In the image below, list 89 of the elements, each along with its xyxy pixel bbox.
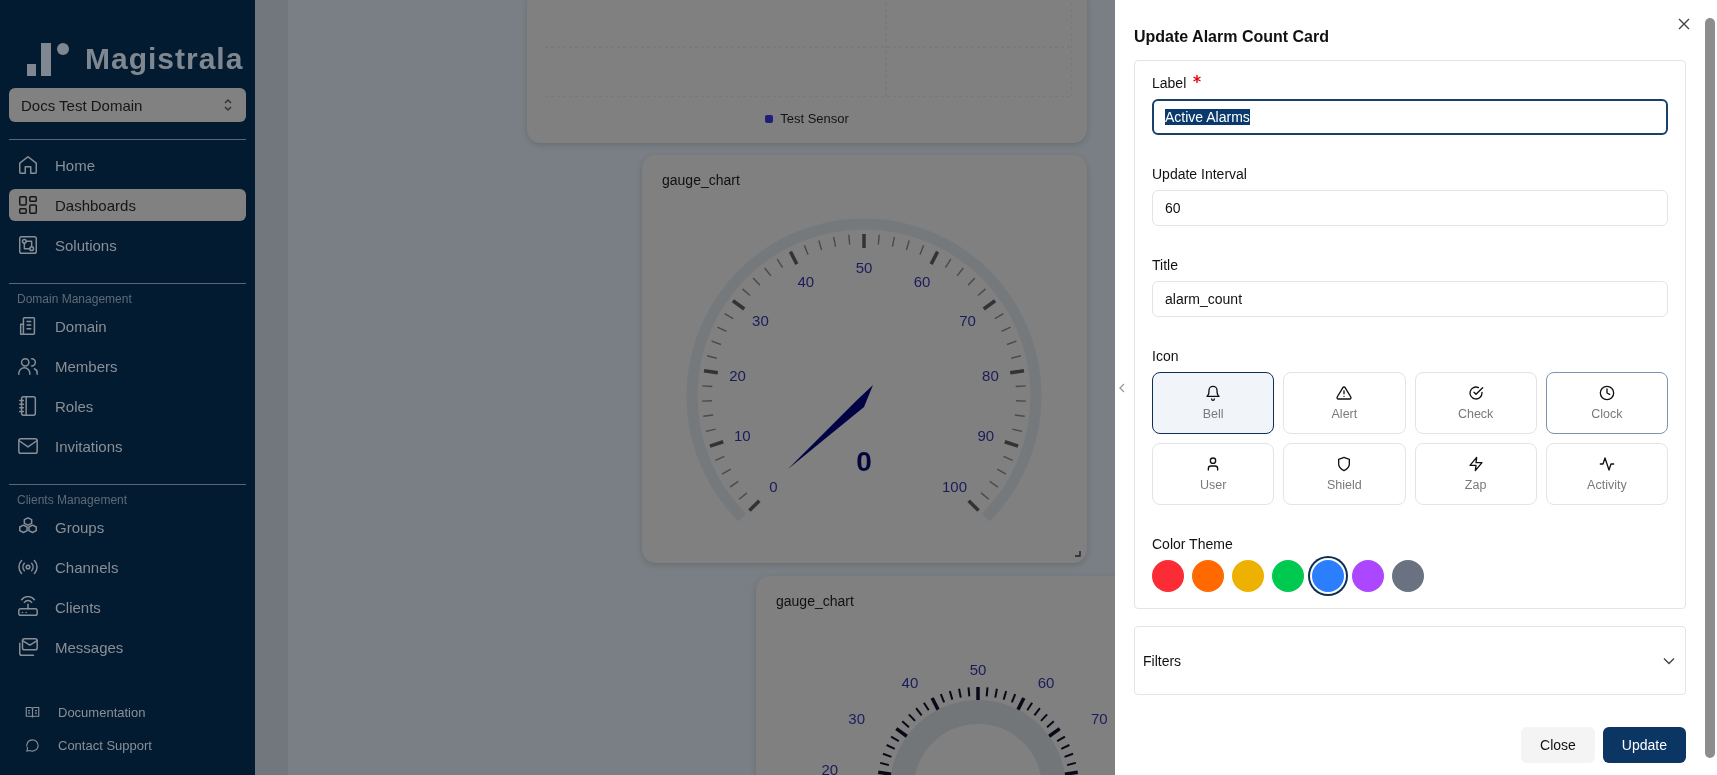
input-field[interactable]: 60 <box>1152 190 1668 226</box>
nav-item[interactable]: Invitations <box>9 430 246 462</box>
gauge-scale-label: 40 <box>797 272 815 290</box>
nav-item[interactable]: Roles <box>9 390 246 422</box>
gauge-scale-label: 60 <box>913 272 931 290</box>
chevrons-icon <box>222 97 234 113</box>
nav-item[interactable]: Domain <box>9 310 246 342</box>
dialog-title: Update Alarm Count Card <box>1134 28 1330 46</box>
field-label: Update Interval <box>1152 166 1247 182</box>
gauge-scale-label: 70 <box>959 311 976 329</box>
input-field[interactable]: Active Alarms <box>1152 99 1668 135</box>
icon-option[interactable]: Bell <box>1152 372 1275 434</box>
icon-option[interactable]: Check <box>1414 372 1537 434</box>
pulse-icon <box>1598 456 1615 472</box>
color-swatch[interactable] <box>1312 560 1344 592</box>
notebook-icon <box>17 395 39 417</box>
bell-icon <box>1205 385 1222 401</box>
gauge-scale-label: 90 <box>977 426 995 444</box>
icon-option[interactable]: Clock <box>1545 372 1668 434</box>
domain-select[interactable]: Docs Test Domain <box>9 88 246 122</box>
field-label: Title <box>1152 257 1178 273</box>
nav-item[interactable]: Members <box>9 350 246 382</box>
router-icon <box>17 596 39 618</box>
gauge-scale-label: 100 <box>942 477 968 495</box>
widget-title: gauge_chart <box>776 593 854 609</box>
nav-item[interactable]: Channels <box>9 551 246 583</box>
icon-option[interactable]: Shield <box>1283 443 1406 505</box>
nav-item[interactable]: Clients <box>9 591 246 623</box>
color-swatch[interactable] <box>1392 560 1424 592</box>
field-label: Color Theme <box>1152 536 1233 552</box>
color-swatch[interactable] <box>1152 560 1184 592</box>
input-field[interactable]: alarm_count <box>1152 281 1668 317</box>
close-icon[interactable] <box>1678 18 1690 30</box>
gauge-scale-label: 20 <box>729 367 746 384</box>
color-swatch[interactable] <box>1272 560 1304 592</box>
gauge-scale-label: 50 <box>855 259 873 276</box>
book-icon <box>25 705 40 720</box>
gauge-scale-label: 70 <box>1091 709 1108 727</box>
clock-icon <box>1598 385 1615 401</box>
gauge-scale-label: 30 <box>752 311 769 329</box>
lightning-icon <box>1467 456 1484 472</box>
nav-item[interactable]: Groups <box>9 511 246 543</box>
nav-item[interactable]: Home <box>9 149 246 181</box>
flowchart-icon <box>17 234 39 256</box>
legend-label: Test Sensor <box>780 111 849 126</box>
nav-item[interactable]: Messages <box>9 631 246 663</box>
shield-icon <box>1336 456 1353 472</box>
gauge-scale-label: 0 <box>769 477 778 495</box>
gauge-scale-label: 80 <box>982 367 999 384</box>
widget-title: gauge_chart <box>662 172 740 188</box>
grid-icon <box>17 194 39 216</box>
gauge-scale-label: 60 <box>1037 673 1055 691</box>
icon-option[interactable]: Zap <box>1414 443 1537 505</box>
chevron-down-icon <box>1663 656 1675 665</box>
home-icon <box>17 154 39 176</box>
brand-name: Magistrala <box>85 42 244 76</box>
asterisk-icon <box>1193 75 1202 83</box>
users-icon <box>17 355 39 377</box>
logo-icon <box>27 42 71 76</box>
field-label: Label <box>1152 75 1187 91</box>
submit-button[interactable]: Update <box>1602 727 1686 763</box>
gauge-scale-label: 10 <box>733 426 751 444</box>
section-heading: Clients Management <box>16 492 129 509</box>
icon-option[interactable]: Activity <box>1545 443 1668 505</box>
nav-item[interactable]: Dashboards <box>9 189 246 221</box>
gauge-scale-label: 20 <box>821 760 839 775</box>
footer-link[interactable]: Contact Support <box>25 738 246 753</box>
gauge-scale-label: 40 <box>901 673 919 691</box>
envelope-icon <box>17 435 39 457</box>
warning-icon <box>1336 385 1353 401</box>
section-heading: Domain Management <box>16 291 133 308</box>
color-swatch[interactable] <box>1352 560 1384 592</box>
chat-icon <box>25 738 40 753</box>
resize-handle-icon[interactable] <box>1075 551 1081 557</box>
nav-item[interactable]: Solutions <box>9 229 246 261</box>
icon-option[interactable]: User <box>1152 443 1275 505</box>
footer-link[interactable]: Documentation <box>25 705 246 720</box>
filters-accordion[interactable]: Filters <box>1134 626 1686 695</box>
chevron-left-icon[interactable] <box>1119 383 1126 393</box>
envelopes-icon <box>17 636 39 658</box>
gauge-scale-label: 50 <box>969 661 987 678</box>
icon-option[interactable]: Alert <box>1283 372 1406 434</box>
gauge-scale-label: 30 <box>848 709 865 727</box>
color-swatch[interactable] <box>1232 560 1264 592</box>
close-button[interactable]: Close <box>1521 727 1595 763</box>
gauge-value: 0 <box>856 446 872 477</box>
scrollbar[interactable] <box>1705 18 1715 758</box>
color-swatch[interactable] <box>1192 560 1224 592</box>
field-label: Icon <box>1152 348 1179 364</box>
